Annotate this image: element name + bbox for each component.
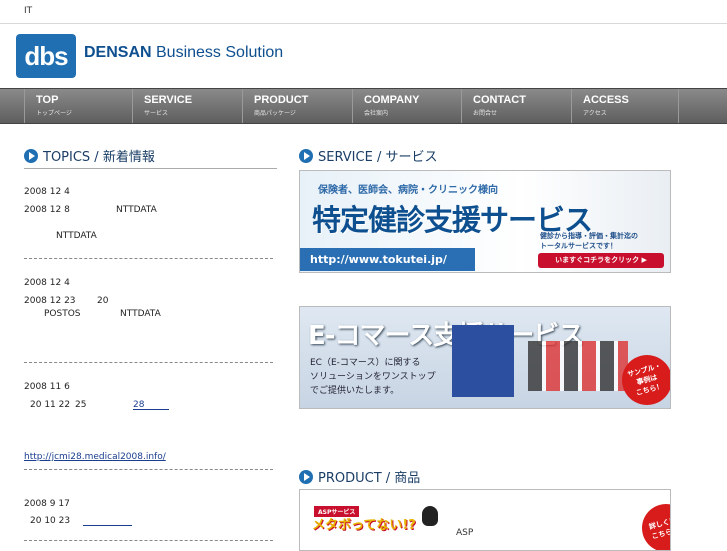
tshirt-image <box>528 341 628 391</box>
topic-date-7: 2008 9 17 <box>24 499 70 509</box>
topic-date-6: 20 11 22 <box>30 400 71 410</box>
nav-product-jp: 商品パッケージ <box>254 110 296 117</box>
nav-contact-en: CONTACT <box>473 94 526 106</box>
nav-top-jp: トップページ <box>36 110 72 117</box>
topic-text-6: 25 <box>75 400 87 410</box>
banner1-desc1: 健診から指導・評価・集計迄の <box>540 232 638 240</box>
topics-rule <box>24 168 277 169</box>
topic-link-underline <box>83 525 132 526</box>
banner1-cta-button[interactable]: いますぐコチラをクリック ▶ <box>538 253 664 268</box>
nav-company[interactable]: COMPANY 会社案内 <box>352 89 461 123</box>
nav-top-en: TOP <box>36 94 59 106</box>
nav-top[interactable]: TOP トップページ <box>24 89 132 123</box>
banner2-desc1: EC（E-コマース）に関する <box>310 358 421 368</box>
topic-text-3: 20 <box>97 296 109 306</box>
tokutei-banner[interactable]: 保険者、医師会、病院・クリニック様向 特定健診支援サービス http://www… <box>299 170 671 273</box>
nav-service-jp: サービス <box>144 110 169 117</box>
asp-label: ASP <box>456 528 474 538</box>
banner1-url[interactable]: http://www.tokutei.jp/ <box>300 248 475 271</box>
nav-service[interactable]: SERVICE サービス <box>132 89 242 123</box>
brand-name: DENSAN Business Solution <box>84 44 283 62</box>
top-bar-text: IT <box>24 6 33 16</box>
topic-link-underline <box>133 409 169 410</box>
arrow-circle-icon <box>299 469 313 484</box>
banner1-tagline: 保険者、医師会、病院・クリニック様向 <box>318 185 498 196</box>
product-name: メタボってない!? <box>312 518 416 533</box>
nav-product-en: PRODUCT <box>254 94 309 106</box>
nav-contact-jp: お問合せ <box>473 110 498 117</box>
catalog-image <box>452 325 514 397</box>
topic-divider <box>24 469 273 470</box>
topic-divider <box>24 362 273 363</box>
topic-text-4: POSTOS <box>44 309 81 319</box>
nav-contact[interactable]: CONTACT お問合せ <box>461 89 571 123</box>
service-title-text: SERVICE / サービス <box>318 150 438 165</box>
topic-date-8: 20 10 23 <box>30 516 71 526</box>
nav-company-jp: 会社案内 <box>364 110 389 117</box>
brand-rest: Business Solution <box>151 44 284 61</box>
topic-date-2: 2008 12 8 <box>24 205 70 215</box>
nav-company-en: COMPANY <box>364 94 420 106</box>
product-title: PRODUCT / 商品 <box>299 467 420 486</box>
topic-date-3: 2008 12 4 <box>24 278 70 288</box>
site-header: dbs DENSAN Business Solution <box>0 24 727 88</box>
metabo-banner[interactable]: ASPサービス メタボってない!? ASP 詳しくは こちら <box>299 489 671 551</box>
nav-product[interactable]: PRODUCT 商品パッケージ <box>242 89 352 123</box>
arrow-circle-icon <box>24 148 38 163</box>
arrow-circle-icon <box>299 148 313 163</box>
logo[interactable]: dbs <box>16 34 76 78</box>
service-title: SERVICE / サービス <box>299 146 437 165</box>
topic-date-5: 2008 11 6 <box>24 382 70 392</box>
topic-text-1: NTTDATA <box>116 205 157 215</box>
topic-date-4: 2008 12 23 <box>24 296 76 306</box>
topic-text-5: NTTDATA <box>120 309 161 319</box>
topic-url-link[interactable]: http://jcmi28.medical2008.info/ <box>24 452 166 462</box>
ecommerce-banner[interactable]: E-コマース支援サービス EC（E-コマース）に関する ソリューションをワンスト… <box>299 306 671 409</box>
banner1-desc2: トータルサービスです！ <box>540 242 617 250</box>
main-nav: TOP トップページ SERVICE サービス PRODUCT 商品パッケージ COM… <box>0 88 727 124</box>
nav-access-jp: アクセス <box>583 110 607 117</box>
nav-access[interactable]: ACCESS アクセス <box>571 89 679 123</box>
top-bar: IT <box>0 0 727 24</box>
topic-divider <box>24 540 273 541</box>
nav-access-en: ACCESS <box>583 94 629 106</box>
banner2-desc3: でご提供いたします。 <box>310 386 400 396</box>
nav-service-en: SERVICE <box>144 94 193 106</box>
topic-divider <box>24 258 273 259</box>
details-badge[interactable]: 詳しくは こちら <box>636 498 670 550</box>
topics-title-text: TOPICS / 新着情報 <box>43 150 155 165</box>
topics-title: TOPICS / 新着情報 <box>24 146 155 165</box>
topic-text-2: NTTDATA <box>56 231 97 241</box>
product-title-text: PRODUCT / 商品 <box>318 471 421 486</box>
penguin-icon <box>422 506 438 526</box>
brand-bold: DENSAN <box>84 44 152 61</box>
topic-url[interactable]: http://jcmi28.medical2008.info/ <box>24 452 166 462</box>
topic-date-1: 2008 12 4 <box>24 187 70 197</box>
banner2-desc2: ソリューションをワンストップ <box>310 372 436 382</box>
